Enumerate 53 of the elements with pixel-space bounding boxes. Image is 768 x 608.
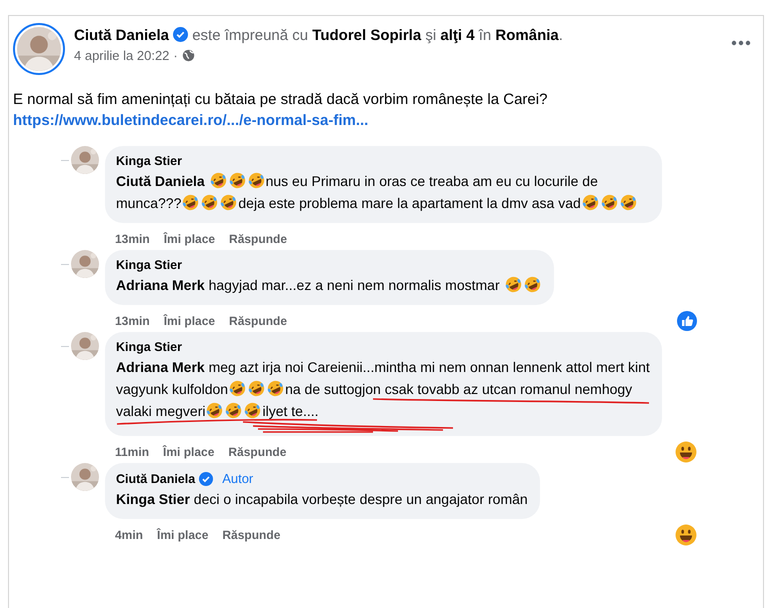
commenter-avatar[interactable] (71, 332, 99, 360)
separator-dot: · (173, 48, 178, 63)
laughing-face-icon (524, 276, 540, 293)
more-options-icon[interactable] (731, 40, 751, 46)
author-label: Autor (222, 471, 254, 486)
reply-link[interactable]: Răspunde (222, 528, 280, 542)
like-icon[interactable] (677, 310, 697, 330)
laughing-face-icon (244, 402, 262, 419)
globe-icon (182, 49, 195, 62)
laughing-face-icon (229, 380, 246, 397)
laughing-face-icon (620, 194, 637, 211)
comment-text: Ciută Daniela nus eu Primaru in oras ce treaba am eu cu locurile de munca??? deja este problema mare la apartament la dmv asa vad (116, 170, 650, 214)
post-author-line: Ciută Daniela este împreună cu Tudorel Sopirla şi alţi 4 în România. (74, 27, 563, 44)
grinning-face-icon[interactable] (675, 440, 697, 462)
laughing-face-icon (182, 194, 200, 211)
laughing-face-icon (248, 380, 266, 397)
commenter-avatar[interactable] (71, 463, 99, 491)
laughing-face-icon (225, 402, 242, 419)
laughing-face-icon (267, 380, 284, 397)
grinning-face-icon[interactable] (675, 524, 697, 546)
reply-link[interactable]: Răspunde (229, 232, 288, 246)
laughing-face-icon (201, 194, 218, 211)
comment-time[interactable]: 4min (115, 528, 144, 542)
comment-author[interactable]: Ciută Daniela (116, 472, 196, 486)
laughing-face-icon (504, 276, 522, 293)
like-link[interactable]: Îmi place (163, 444, 214, 458)
laughing-face-icon (582, 194, 599, 211)
laughing-face-icon (206, 402, 224, 419)
like-link[interactable]: Îmi place (164, 314, 216, 328)
laughing-face-icon (228, 172, 246, 189)
commenter-avatar[interactable] (71, 250, 99, 278)
comment-text: Adriana Merk hagyjad mar...ez a neni nem normalis mostmar (116, 274, 542, 296)
comment-text: Adriana Merk meg azt irja noi Careienii...mintha mi nem onnan lennenk attol mert kint vagyunk kulfoldon na de suttogjon csak tovabb az utcan romanul nemhogy valaki megveri ilyet te.... (116, 358, 650, 421)
laughing-face-icon (220, 194, 238, 211)
comment-author[interactable]: Kinga Stier (116, 340, 182, 354)
laughing-face-icon (210, 172, 227, 189)
like-link[interactable]: Îmi place (157, 528, 208, 542)
comment-author[interactable]: Kinga Stier (116, 258, 182, 272)
comment-time[interactable]: 13min (115, 232, 150, 246)
commenter-avatar[interactable] (71, 146, 99, 174)
laughing-face-icon (248, 172, 265, 189)
post-text: E normal să fim amenințați cu bătaia pe stradă dacă vorbim românește la Carei? (13, 91, 548, 108)
laughing-face-icon (600, 194, 618, 211)
comment-time[interactable]: 11min (115, 444, 150, 458)
reply-link[interactable]: Răspunde (229, 314, 288, 328)
reply-link[interactable]: Răspunde (228, 444, 286, 458)
post-date[interactable]: 4 aprilie la 20:22 (74, 48, 170, 63)
like-link[interactable]: Îmi place (164, 232, 216, 246)
post-link[interactable]: https://www.buletindecarei.ro/.../e-normal-sa-fim... (13, 112, 368, 129)
comment-author[interactable]: Kinga Stier (116, 154, 182, 168)
comment-text: Kinga Stier deci o incapabila vorbește despre un angajator român (116, 490, 528, 509)
comment-time[interactable]: 13min (115, 314, 150, 328)
profile-avatar[interactable] (13, 23, 65, 75)
